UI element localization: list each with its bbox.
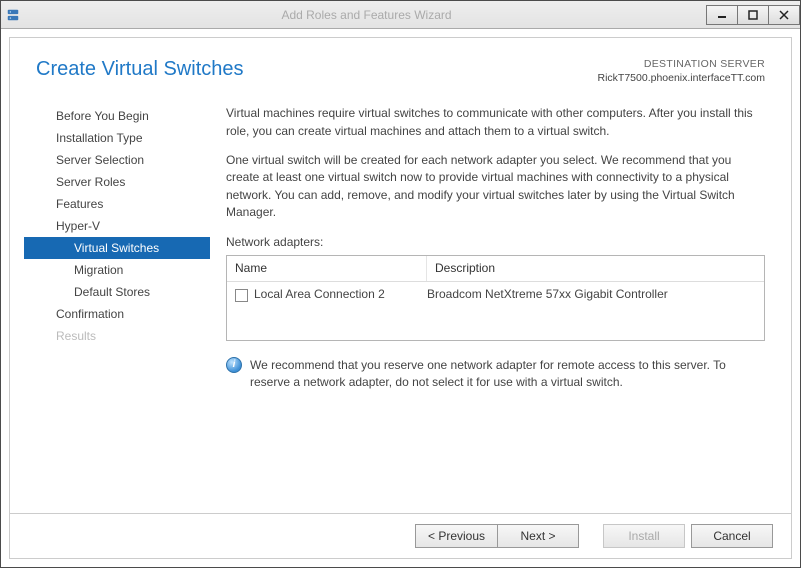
recommendation-note: i We recommend that you reserve one netw…: [226, 357, 765, 392]
intro-paragraph-1: Virtual machines require virtual switche…: [226, 105, 765, 140]
cancel-button[interactable]: Cancel: [691, 524, 773, 548]
nav-button-pair: < Previous Next >: [415, 524, 579, 548]
nav-confirmation[interactable]: Confirmation: [24, 303, 210, 325]
page-title: Create Virtual Switches: [36, 58, 244, 81]
note-text: We recommend that you reserve one networ…: [250, 357, 765, 392]
window-controls: [706, 5, 800, 25]
adapter-checkbox[interactable]: [235, 289, 248, 302]
maximize-button[interactable]: [737, 5, 769, 25]
previous-button[interactable]: < Previous: [415, 524, 497, 548]
wizard-nav: Before You Begin Installation Type Serve…: [24, 101, 210, 513]
window-title: Add Roles and Features Wizard: [27, 8, 706, 22]
destination-label: DESTINATION SERVER: [598, 58, 766, 72]
right-pane: Virtual machines require virtual switche…: [210, 101, 765, 513]
nav-server-selection[interactable]: Server Selection: [24, 149, 210, 171]
info-icon: i: [226, 357, 242, 373]
header-row: Create Virtual Switches DESTINATION SERV…: [10, 38, 791, 91]
minimize-button[interactable]: [706, 5, 738, 25]
app-icon: [5, 7, 21, 23]
table-row[interactable]: Local Area Connection 2 Broadcom NetXtre…: [227, 282, 764, 307]
next-button[interactable]: Next >: [497, 524, 579, 548]
adapter-name: Local Area Connection 2: [254, 286, 385, 303]
inner-panel: Create Virtual Switches DESTINATION SERV…: [9, 37, 792, 559]
close-button[interactable]: [768, 5, 800, 25]
network-adapters-table: Name Description Local Area Connection 2…: [226, 255, 765, 341]
nav-migration[interactable]: Migration: [24, 259, 210, 281]
nav-hyper-v[interactable]: Hyper-V: [24, 215, 210, 237]
install-button: Install: [603, 524, 685, 548]
main-row: Before You Begin Installation Type Serve…: [10, 91, 791, 513]
footer: < Previous Next > Install Cancel: [10, 513, 791, 558]
nav-installation-type[interactable]: Installation Type: [24, 127, 210, 149]
destination-block: DESTINATION SERVER RickT7500.phoenix.int…: [598, 58, 766, 85]
titlebar: Add Roles and Features Wizard: [1, 1, 800, 29]
destination-server: RickT7500.phoenix.interfaceTT.com: [598, 72, 766, 86]
column-name[interactable]: Name: [227, 256, 427, 281]
column-description[interactable]: Description: [427, 256, 764, 281]
intro-paragraph-2: One virtual switch will be created for e…: [226, 152, 765, 222]
adapter-description: Broadcom NetXtreme 57xx Gigabit Controll…: [427, 286, 756, 303]
table-header: Name Description: [227, 256, 764, 282]
nav-results: Results: [24, 325, 210, 347]
nav-server-roles[interactable]: Server Roles: [24, 171, 210, 193]
adapter-name-cell: Local Area Connection 2: [235, 286, 427, 303]
nav-before-you-begin[interactable]: Before You Begin: [24, 105, 210, 127]
nav-features[interactable]: Features: [24, 193, 210, 215]
nav-default-stores[interactable]: Default Stores: [24, 281, 210, 303]
wizard-window: Add Roles and Features Wizard Create Vir…: [0, 0, 801, 568]
content-wrap: Create Virtual Switches DESTINATION SERV…: [1, 29, 800, 567]
nav-virtual-switches[interactable]: Virtual Switches: [24, 237, 210, 259]
network-adapters-label: Network adapters:: [226, 234, 765, 251]
